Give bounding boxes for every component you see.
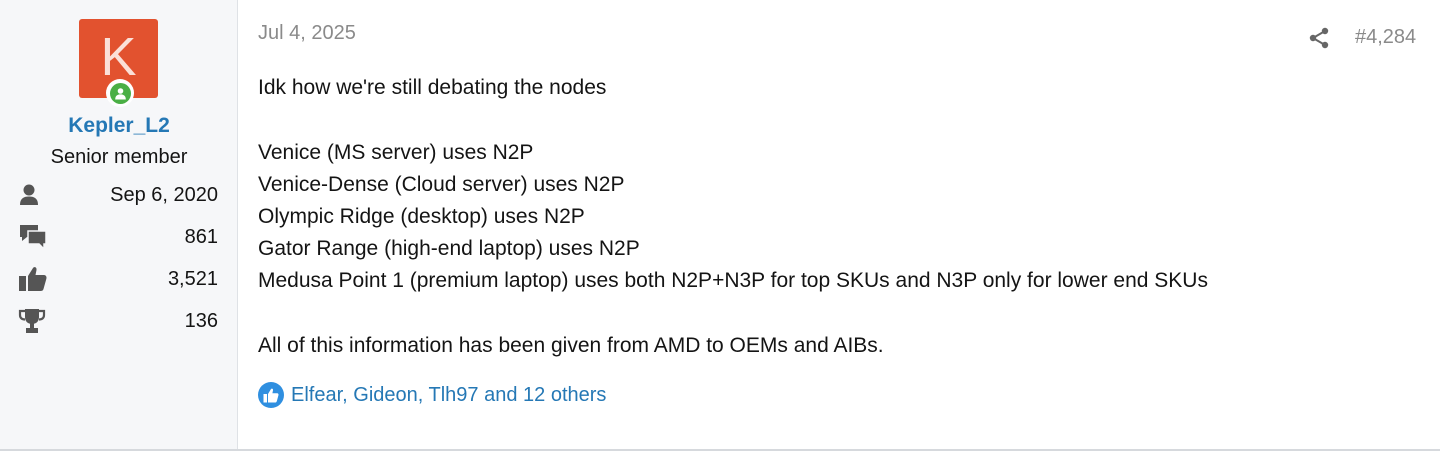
like-icon (258, 382, 284, 408)
trophy-icon (18, 306, 50, 336)
thumbs-up-icon (18, 264, 50, 294)
post-line: Medusa Point 1 (premium laptop) uses bot… (258, 269, 1208, 292)
post-line: All of this information has been given f… (258, 334, 884, 357)
post-line: Olympic Ridge (desktop) uses N2P (258, 205, 585, 228)
forum-post: K Kepler_L2 Senior member Sep 6, 2020 86… (0, 0, 1440, 451)
user-title: Senior member (50, 146, 188, 168)
share-icon[interactable] (1308, 27, 1330, 49)
reactions-bar[interactable]: Elfear, Gideon, Tlh97 and 12 others (258, 382, 606, 408)
user-icon (18, 180, 50, 210)
stat-messages-value: 861 (184, 225, 218, 248)
post-line: Venice-Dense (Cloud server) uses N2P (258, 173, 625, 196)
post-line: Idk how we're still debating the nodes (258, 76, 607, 99)
stat-reactions-value: 3,521 (167, 267, 218, 290)
stat-joined-value: Sep 6, 2020 (110, 183, 218, 206)
post-date-link[interactable]: Jul 4, 2025 (258, 22, 356, 45)
avatar-letter: K (100, 27, 137, 87)
user-info-column: K Kepler_L2 Senior member Sep 6, 2020 86… (0, 0, 238, 451)
stat-reactions: 3,521 (18, 264, 218, 294)
username-link[interactable]: Kepler_L2 (0, 114, 238, 138)
stat-joined: Sep 6, 2020 (18, 180, 218, 210)
post-line: Gator Range (high-end laptop) uses N2P (258, 237, 640, 260)
stat-trophies-value: 136 (184, 309, 218, 332)
post-line: Venice (MS server) uses N2P (258, 141, 534, 164)
post-body: Idk how we're still debating the nodes V… (258, 72, 1418, 362)
stat-trophies: 136 (18, 306, 218, 336)
post-number-link[interactable]: #4,284 (1355, 26, 1416, 49)
reactions-list-link[interactable]: Elfear, Gideon, Tlh97 and 12 others (291, 384, 606, 407)
online-user-icon (109, 82, 131, 104)
stat-messages: 861 (18, 222, 218, 252)
online-status-badge (106, 79, 134, 107)
messages-icon (18, 222, 50, 252)
post-content-column: Jul 4, 2025 #4,284 Idk how we're still d… (238, 0, 1440, 451)
